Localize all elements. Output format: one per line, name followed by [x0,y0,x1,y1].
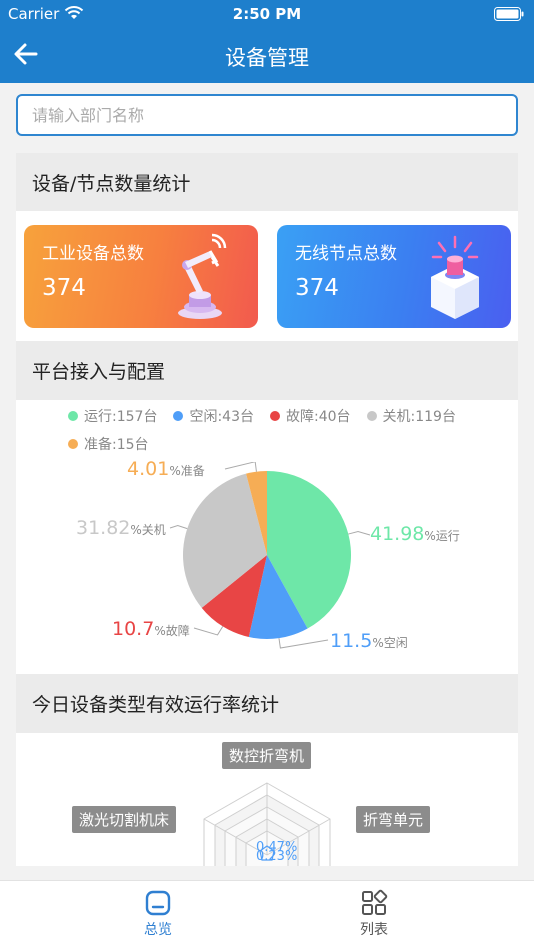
tab-label: 列表 [360,922,388,938]
section-title: 平台接入与配置 [32,361,166,383]
legend-swatch [68,439,78,449]
legend-item-off[interactable]: 关机:119台 [366,406,456,426]
robot-arm-icon [178,233,227,319]
pie-label-running: 41.98 %运行 [370,523,460,545]
pie-label-name: %准备 [169,464,205,478]
pie-label-value: 10.7 [112,618,155,640]
legend-swatch [269,411,280,421]
pie-label-idle: 11.5 %空闲 [330,630,408,652]
overview-icon [145,890,171,916]
battery-icon [494,7,524,21]
pie-label-off: 31.82 %关机 [76,517,166,539]
radar-axis-label: 折弯单元 [356,806,431,833]
legend-item-running[interactable]: 运行:157台 [68,406,157,426]
section-title: 设备/节点数量统计 [32,172,191,195]
radar-axis-label: 激光切割机床 [72,806,177,833]
efficiency-header: 今日设备类型有效运行率统计 [16,674,518,733]
legend-label: 关机:119台 [382,409,456,425]
pie-leader-line [278,638,329,649]
pie-label-value: 11.5 [330,630,373,652]
legend-label: 故障:40台 [285,409,351,425]
pie-label-fault: 10.7 %故障 [112,618,190,640]
pie-label-name: %运行 [424,529,460,543]
legend-label: 运行:157台 [84,409,158,425]
pie-label-name: %空闲 [372,636,408,650]
wireless-node-cube-icon [431,235,479,319]
legend-swatch [173,411,184,421]
pie-legend: 运行:157台 空闲:43台 故障:40台 关机:119台 准备:15台 [68,406,488,456]
tab-label: 总览 [144,922,172,938]
tab-overview[interactable]: 总览 [98,889,218,939]
legend-item-idle[interactable]: 空闲:43台 [173,406,254,426]
page-title: 设备管理 [225,46,309,70]
pie-label-name: %关机 [130,523,166,537]
pie-leader-line [193,626,224,636]
platform-header: 平台接入与配置 [16,341,518,400]
legend-swatch [68,411,78,421]
legend-swatch [366,411,377,421]
pie-label-name: %故障 [154,624,190,638]
section-title: 今日设备类型有效运行率统计 [32,694,280,716]
top-bar: Carrier 2:50 PM 设备管理 [0,0,534,83]
pie-label-value: 31.82 [76,517,131,539]
department-search-input[interactable] [16,94,518,136]
efficiency-radar-chart: 0.47% 0.23% 数控折弯机 折弯单元 激光切割机床 [16,733,518,866]
radar-value-label: 0.23% [256,849,297,864]
card-label: 无线节点总数 [295,244,397,264]
pie-label-value: 41.98 [370,523,425,545]
grid-list-icon [362,889,388,915]
wireless-node-card[interactable]: 无线节点总数 374 [277,225,511,328]
legend-item-fault[interactable]: 故障:40台 [269,406,351,426]
legend-label: 准备:15台 [84,437,149,453]
status-pie-chart: 41.98 %运行 11.5 %空闲 10.7 %故障 31.82 %关机 4.01 %准… [60,458,480,667]
pie-label-ready: 4.01 %准备 [127,458,205,480]
card-label: 工业设备总数 [42,244,144,264]
legend-label: 空闲:43台 [189,409,254,425]
status-bar: Carrier 2:50 PM [0,0,534,30]
nav-bar: 设备管理 [0,30,534,83]
radar-axis-label: 数控折弯机 [222,742,312,769]
pie-label-value: 4.01 [127,458,170,480]
industrial-device-card[interactable]: 工业设备总数 374 [24,225,258,328]
status-time: 2:50 PM [232,5,302,23]
pie-leader-line [224,461,257,472]
legend-item-ready[interactable]: 准备:15台 [68,434,149,454]
card-value: 374 [42,275,86,301]
device-stats-header: 设备/节点数量统计 [16,153,518,211]
tab-list[interactable]: 列表 [314,889,434,939]
tab-bar: 总览 列表 [0,880,534,950]
pie-leader-line [348,531,371,536]
pie-leader-line [169,524,188,530]
card-value: 374 [295,275,339,301]
